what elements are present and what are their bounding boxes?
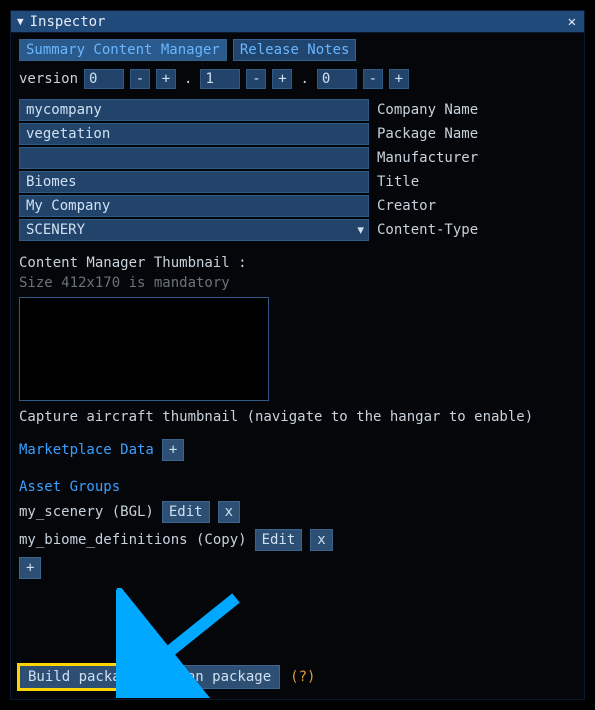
thumbnail-preview[interactable] [19, 297, 269, 401]
marketplace-data-heading[interactable]: Marketplace Data [19, 442, 154, 458]
version-patch-field[interactable]: 0 [317, 69, 357, 89]
package-name-input[interactable]: vegetation [19, 123, 369, 145]
asset-group-add-button[interactable]: + [19, 557, 41, 579]
footer: Build package Clean package (?) [19, 665, 576, 691]
version-major-minus-button[interactable]: - [130, 69, 150, 89]
thumbnail-heading: Content Manager Thumbnail : [19, 255, 576, 271]
content-type-value: SCENERY [26, 222, 85, 238]
clean-package-button[interactable]: Clean package [153, 665, 281, 689]
version-minor-field[interactable]: 1 [200, 69, 240, 89]
asset-group-row: my_biome_definitions (Copy) Edit x [19, 529, 576, 551]
footer-help-link[interactable]: (?) [286, 669, 315, 685]
version-minor-minus-button[interactable]: - [246, 69, 266, 89]
version-patch-minus-button[interactable]: - [363, 69, 383, 89]
asset-group-add-row: + [19, 557, 576, 579]
thumbnail-size-hint: Size 412x170 is mandatory [19, 275, 576, 291]
version-label: version [19, 71, 78, 87]
version-patch-plus-button[interactable]: + [389, 69, 409, 89]
field-package-name: vegetation Package Name [19, 123, 576, 145]
window-title: Inspector [30, 14, 106, 30]
creator-label: Creator [377, 198, 436, 214]
field-title: Biomes Title [19, 171, 576, 193]
inspector-body: Summary Content Manager Release Notes ve… [11, 33, 584, 699]
content-type-label: Content-Type [377, 222, 478, 238]
tabs: Summary Content Manager Release Notes [19, 39, 576, 61]
version-major-plus-button[interactable]: + [156, 69, 176, 89]
meta-fields: mycompany Company Name vegetation Packag… [19, 99, 576, 241]
version-dot-1: . [182, 71, 194, 87]
manufacturer-label: Manufacturer [377, 150, 478, 166]
field-company-name: mycompany Company Name [19, 99, 576, 121]
version-minor-plus-button[interactable]: + [272, 69, 292, 89]
marketplace-data-heading-row: Marketplace Data + [19, 439, 576, 461]
inspector-window: ▼ Inspector ✕ Summary Content Manager Re… [10, 10, 585, 700]
thumbnail-caption: Capture aircraft thumbnail (navigate to … [19, 409, 576, 425]
version-major-field[interactable]: 0 [84, 69, 124, 89]
field-creator: My Company Creator [19, 195, 576, 217]
field-content-type: SCENERY ▼ Content-Type [19, 219, 576, 241]
package-name-label: Package Name [377, 126, 478, 142]
asset-group-name: my_scenery (BGL) [19, 504, 154, 520]
tab-summary-content-manager[interactable]: Summary Content Manager [19, 39, 227, 61]
company-name-input[interactable]: mycompany [19, 99, 369, 121]
build-package-button[interactable]: Build package [19, 665, 147, 689]
tab-release-notes[interactable]: Release Notes [233, 39, 357, 61]
manufacturer-input[interactable] [19, 147, 369, 169]
titlebar[interactable]: ▼ Inspector ✕ [11, 11, 584, 33]
creator-input[interactable]: My Company [19, 195, 369, 217]
asset-group-edit-button[interactable]: Edit [162, 501, 210, 523]
title-input[interactable]: Biomes [19, 171, 369, 193]
asset-groups-heading: Asset Groups [19, 479, 576, 495]
content-type-select[interactable]: SCENERY ▼ [19, 219, 369, 241]
field-manufacturer: Manufacturer [19, 147, 576, 169]
asset-group-edit-button[interactable]: Edit [255, 529, 303, 551]
title-label: Title [377, 174, 419, 190]
asset-group-name: my_biome_definitions (Copy) [19, 532, 247, 548]
collapse-triangle-icon[interactable]: ▼ [17, 15, 24, 28]
company-name-label: Company Name [377, 102, 478, 118]
marketplace-add-button[interactable]: + [162, 439, 184, 461]
asset-group-remove-button[interactable]: x [218, 501, 240, 523]
asset-group-row: my_scenery (BGL) Edit x [19, 501, 576, 523]
close-icon[interactable]: ✕ [566, 14, 578, 30]
chevron-down-icon: ▼ [357, 224, 364, 237]
version-row: version 0 - + . 1 - + . 0 - + [19, 69, 576, 89]
asset-group-remove-button[interactable]: x [310, 529, 332, 551]
version-dot-2: . [298, 71, 310, 87]
